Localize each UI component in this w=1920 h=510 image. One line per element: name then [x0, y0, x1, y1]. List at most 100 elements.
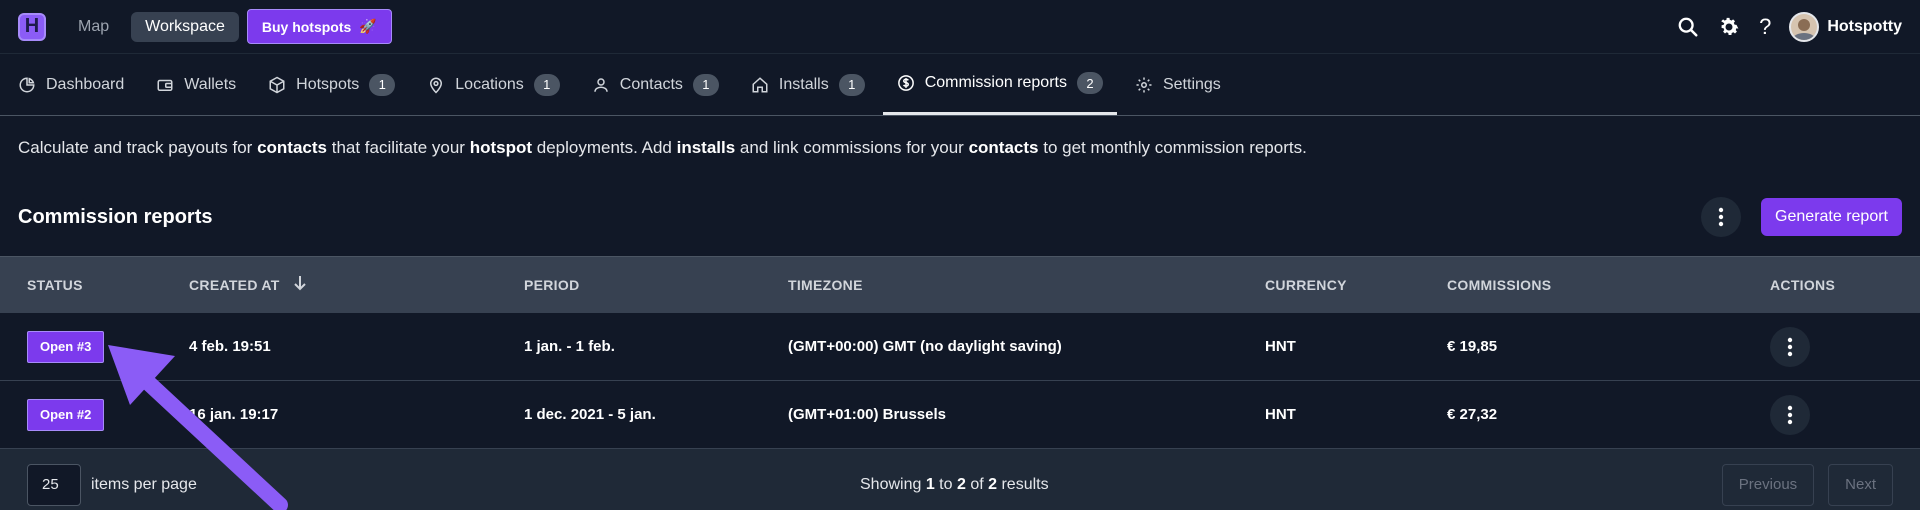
header-created-at[interactable]: CREATED AT	[162, 275, 497, 294]
tab-label: Settings	[1162, 75, 1221, 93]
header-timezone[interactable]: TIMEZONE	[761, 277, 1238, 293]
search-icon[interactable]	[1677, 16, 1699, 38]
currency-cell: HNT	[1265, 406, 1296, 423]
tab-installs[interactable]: Installs 1	[751, 54, 879, 115]
description-text: and link commissions for your	[735, 138, 969, 157]
timezone-cell: (GMT+00:00) GMT (no daylight saving)	[788, 338, 1062, 355]
tab-count-badge: 1	[692, 73, 719, 96]
nav-workspace[interactable]: Workspace	[131, 11, 239, 42]
home-icon	[751, 76, 769, 94]
vertical-dots-icon	[1787, 405, 1793, 424]
tab-count-badge: 1	[533, 73, 560, 96]
tab-label: Wallets	[184, 75, 237, 93]
commissions-cell: € 19,85	[1447, 338, 1498, 355]
location-pin-icon	[427, 76, 445, 94]
timezone-cell: (GMT+01:00) Brussels	[788, 406, 946, 423]
summary-text: results	[997, 475, 1049, 493]
table-header: STATUS CREATED AT PERIOD TIMEZONE CURREN…	[0, 256, 1920, 312]
description-bold: installs	[676, 138, 736, 157]
description-text: Calculate and track payouts for	[18, 138, 258, 157]
tab-label: Hotspots	[296, 75, 360, 93]
header-period[interactable]: PERIOD	[497, 277, 761, 293]
period-cell: 1 jan. - 1 feb.	[524, 338, 615, 355]
header-currency[interactable]: CURRENCY	[1238, 277, 1420, 293]
description-text: that facilitate your	[327, 138, 470, 157]
more-options-button[interactable]	[1701, 197, 1742, 237]
header-actions: ACTIONS	[1770, 276, 1836, 293]
tab-count-badge: 2	[1076, 72, 1103, 94]
row-actions-button[interactable]	[1770, 394, 1810, 435]
buy-hotspots-button[interactable]: Buy hotspots 🚀	[246, 9, 392, 44]
tab-hotspots[interactable]: Hotspots 1	[268, 54, 409, 115]
vertical-dots-icon	[1787, 337, 1793, 356]
pie-chart-icon	[18, 76, 36, 94]
tab-label: Commission reports	[924, 74, 1067, 91]
gear-icon	[1135, 76, 1153, 94]
previous-page-button[interactable]: Previous	[1721, 463, 1815, 506]
description-bold: contacts	[968, 138, 1039, 157]
sort-arrow-down-icon	[293, 275, 306, 294]
table-row[interactable]: Open #3 4 feb. 19:51 1 jan. - 1 feb. (GM…	[0, 312, 1920, 380]
wallet-icon	[156, 76, 174, 94]
table-row[interactable]: Open #2 16 jan. 19:17 1 dec. 2021 - 5 ja…	[0, 380, 1920, 448]
summary-to: 2	[956, 475, 966, 493]
summary-text: Showing	[860, 475, 926, 493]
header-created-label: CREATED AT	[189, 276, 280, 293]
created-at-cell: 4 feb. 19:51	[189, 338, 271, 355]
nav-map[interactable]: Map	[64, 12, 123, 42]
workspace-tabs: Dashboard Wallets Hotspots 1 Locations 1…	[0, 54, 1920, 116]
description-text: deployments. Add	[532, 138, 677, 157]
commission-reports-table: STATUS CREATED AT PERIOD TIMEZONE CURREN…	[0, 256, 1920, 510]
row-actions-button[interactable]	[1770, 326, 1810, 367]
summary-text: of	[965, 475, 989, 493]
dollar-circle-icon	[897, 74, 915, 92]
summary-text: to	[934, 475, 957, 493]
items-per-page-label: items per page	[91, 475, 197, 493]
tab-dashboard[interactable]: Dashboard	[18, 54, 138, 115]
tab-wallets[interactable]: Wallets	[156, 54, 250, 115]
generate-report-button[interactable]: Generate report	[1761, 198, 1902, 236]
header-commissions[interactable]: COMMISSIONS	[1420, 277, 1750, 293]
section-header: Commission reports Generate report	[0, 178, 1920, 256]
tab-label: Dashboard	[46, 75, 125, 93]
rocket-icon: 🚀	[359, 18, 377, 34]
status-badge[interactable]: Open #3	[27, 330, 105, 363]
vertical-dots-icon	[1718, 207, 1724, 227]
tab-label: Locations	[455, 75, 524, 93]
tab-commission-reports[interactable]: Commission reports 2	[882, 54, 1117, 115]
tab-count-badge: 1	[369, 73, 396, 96]
top-bar: H Map Workspace Buy hotspots 🚀 ? Hotspot…	[0, 0, 1920, 54]
description-bold: contacts	[257, 138, 327, 157]
cube-icon	[268, 76, 286, 94]
tab-settings[interactable]: Settings	[1135, 54, 1235, 115]
tab-locations[interactable]: Locations 1	[427, 54, 574, 115]
commissions-cell: € 27,32	[1447, 406, 1498, 423]
page-description: Calculate and track payouts for contacts…	[0, 116, 1920, 178]
tab-contacts[interactable]: Contacts 1	[592, 54, 733, 115]
logo-letter: H	[24, 15, 40, 37]
summary-from: 1	[925, 475, 935, 493]
items-per-page-input[interactable]: 25	[27, 463, 81, 506]
tab-label: Installs	[778, 75, 829, 93]
next-page-button[interactable]: Next	[1828, 463, 1893, 506]
person-icon	[592, 76, 610, 94]
user-menu[interactable]: Hotspotty	[1789, 11, 1902, 42]
results-summary: Showing 1 to 2 of 2 results	[860, 476, 1049, 494]
avatar	[1789, 11, 1820, 42]
settings-gear-icon[interactable]	[1717, 15, 1741, 39]
app-logo[interactable]: H	[18, 12, 46, 41]
summary-total: 2	[988, 475, 998, 493]
description-bold: hotspot	[469, 138, 533, 157]
section-title: Commission reports	[18, 205, 213, 228]
user-name: Hotspotty	[1827, 17, 1902, 35]
created-at-cell: 16 jan. 19:17	[189, 406, 279, 423]
help-icon[interactable]: ?	[1759, 14, 1771, 40]
tab-label: Contacts	[619, 75, 683, 93]
currency-cell: HNT	[1265, 338, 1296, 355]
header-status[interactable]: STATUS	[0, 277, 162, 293]
buy-hotspots-label: Buy hotspots	[261, 18, 352, 35]
period-cell: 1 dec. 2021 - 5 jan.	[524, 406, 656, 423]
status-badge[interactable]: Open #2	[27, 398, 105, 431]
pagination-bar: 25 items per page Showing 1 to 2 of 2 re…	[0, 448, 1920, 510]
tab-count-badge: 1	[838, 73, 865, 96]
